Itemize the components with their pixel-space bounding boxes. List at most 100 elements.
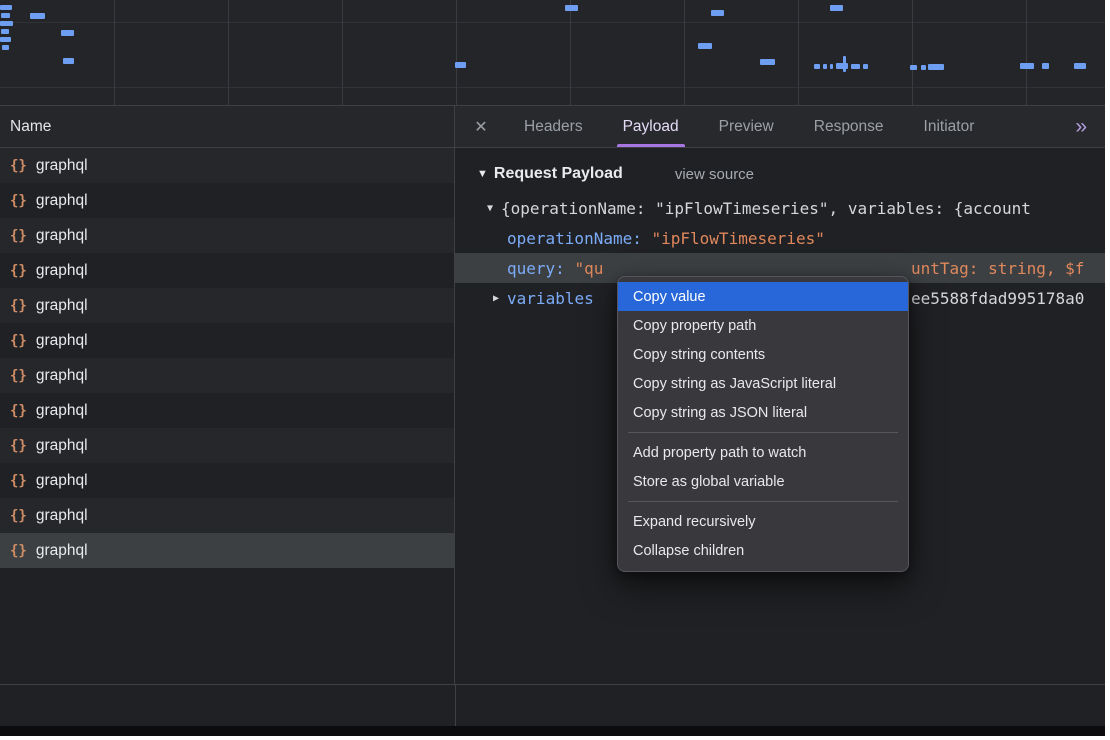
timeline-bar bbox=[851, 64, 860, 69]
menu-item-copy-string-contents[interactable]: Copy string contents bbox=[618, 340, 908, 369]
request-name: graphql bbox=[36, 367, 88, 385]
tab-label: Headers bbox=[524, 118, 583, 136]
request-name: graphql bbox=[36, 542, 88, 560]
request-row[interactable]: {}graphql bbox=[0, 253, 454, 288]
json-braces-icon: {} bbox=[10, 263, 27, 279]
menu-item-copy-string-as-javascript-literal[interactable]: Copy string as JavaScript literal bbox=[618, 369, 908, 398]
timeline-bar bbox=[1020, 63, 1034, 69]
json-braces-icon: {} bbox=[10, 298, 27, 314]
timeline-gridline bbox=[456, 0, 457, 105]
request-name: graphql bbox=[36, 437, 88, 455]
timeline-gridline bbox=[570, 0, 571, 105]
request-row[interactable]: {} graphql bbox=[0, 218, 454, 253]
request-name: graphql bbox=[36, 227, 88, 245]
request-row[interactable]: {}graphql bbox=[0, 463, 454, 498]
timeline-gridline bbox=[342, 0, 343, 105]
tab-label: Preview bbox=[719, 118, 774, 136]
request-row[interactable]: {}graphql bbox=[0, 323, 454, 358]
timeline-bar bbox=[711, 10, 724, 16]
context-menu: Copy valueCopy property pathCopy string … bbox=[617, 276, 909, 572]
request-row[interactable]: {}graphql bbox=[0, 428, 454, 463]
menu-item-store-as-global-variable[interactable]: Store as global variable bbox=[618, 467, 908, 496]
json-braces-icon: {} bbox=[10, 368, 27, 384]
menu-separator bbox=[628, 432, 898, 433]
json-braces-icon: {} bbox=[10, 228, 27, 244]
timeline-gridline bbox=[684, 0, 685, 105]
panel-divider bbox=[455, 685, 456, 726]
network-overview-strip[interactable] bbox=[0, 0, 1105, 106]
request-name: graphql bbox=[36, 472, 88, 490]
selected-tab-underline bbox=[617, 144, 685, 147]
request-row[interactable]: {}graphql bbox=[0, 183, 454, 218]
timeline-bar bbox=[1074, 63, 1086, 69]
timeline-gridline bbox=[228, 0, 229, 105]
timeline-bar bbox=[565, 5, 578, 11]
menu-item-copy-string-as-json-literal[interactable]: Copy string as JSON literal bbox=[618, 398, 908, 427]
property-value-start: "qu bbox=[574, 259, 603, 278]
window-bottom-edge bbox=[0, 726, 1105, 736]
menu-item-expand-recursively[interactable]: Expand recursively bbox=[618, 507, 908, 536]
json-braces-icon: {} bbox=[10, 543, 27, 559]
view-source-link[interactable]: view source bbox=[675, 166, 754, 183]
property-key: variables bbox=[507, 289, 594, 308]
menu-item-copy-value[interactable]: Copy value bbox=[618, 282, 908, 311]
timeline-bar bbox=[760, 59, 775, 65]
tree-row-operation-name[interactable]: operationName: "ipFlowTimeseries" bbox=[455, 223, 1105, 253]
timeline-bar bbox=[1, 13, 10, 18]
request-row[interactable]: {} graphql bbox=[0, 498, 454, 533]
request-name: graphql bbox=[36, 507, 88, 525]
section-title: Request Payload bbox=[494, 165, 623, 183]
request-payload-section-header[interactable]: ▼ Request Payload view source bbox=[455, 148, 1105, 188]
tab-payload[interactable]: Payload bbox=[608, 106, 694, 147]
timeline-bar bbox=[698, 43, 712, 49]
json-braces-icon: {} bbox=[10, 333, 27, 349]
request-rows: {} graphql {} graphql {} graphql {} graphql {} gr… bbox=[0, 148, 454, 684]
menu-item-copy-property-path[interactable]: Copy property path bbox=[618, 311, 908, 340]
timeline-bar bbox=[910, 65, 917, 70]
tab-initiator[interactable]: Initiator bbox=[909, 106, 990, 147]
chevron-double-right-icon: » bbox=[1075, 115, 1087, 139]
details-tab-bar: ✕ Headers Payload Preview ResponseInitiator… bbox=[455, 106, 1105, 148]
close-button[interactable]: ✕ bbox=[463, 106, 499, 147]
timeline-bar bbox=[61, 30, 74, 36]
expand-triangle-icon[interactable]: ▼ bbox=[487, 203, 493, 214]
json-braces-icon: {} bbox=[10, 193, 27, 209]
tree-root-preview[interactable]: ▼ {operationName: "ipFlowTimeseries", va… bbox=[455, 193, 1105, 223]
json-braces-icon: {} bbox=[10, 508, 27, 524]
menu-separator bbox=[628, 501, 898, 502]
timeline-bar bbox=[1042, 63, 1049, 69]
request-list-panel: Name {}graphql{}graphql{}graphql{}graphq… bbox=[0, 106, 455, 684]
request-row[interactable]: {} graphql bbox=[0, 358, 454, 393]
request-row[interactable]: {}graphql bbox=[0, 393, 454, 428]
timeline-bar bbox=[455, 62, 466, 68]
summary-footer bbox=[0, 685, 1105, 726]
tab-preview[interactable]: Preview bbox=[704, 106, 789, 147]
devtools-window: Name {}graphql{}graphql{}graphql{}graphq… bbox=[0, 0, 1105, 736]
timeline-bar bbox=[928, 64, 944, 70]
name-column-header[interactable]: Name bbox=[0, 106, 454, 148]
close-icon: ✕ bbox=[474, 117, 487, 137]
timeline-bar bbox=[830, 5, 843, 11]
tab-response[interactable]: Response bbox=[799, 106, 899, 147]
timeline-gridline bbox=[0, 87, 1105, 88]
timeline-gridline bbox=[912, 0, 913, 105]
timeline-bar bbox=[0, 21, 13, 26]
property-key: query: bbox=[507, 259, 565, 278]
request-name: graphql bbox=[36, 402, 88, 420]
request-row[interactable]: {} graphql bbox=[0, 533, 454, 568]
network-main-area: Name {}graphql{}graphql{}graphql{}graphq… bbox=[0, 106, 1105, 685]
property-preview-fragment: ee5588fdad995178a0 bbox=[911, 283, 1084, 313]
request-row[interactable]: {}graphql bbox=[0, 148, 454, 183]
expand-triangle-icon[interactable]: ▶ bbox=[493, 293, 499, 304]
name-column-label: Name bbox=[10, 118, 51, 136]
request-name: graphql bbox=[36, 297, 88, 315]
request-row[interactable]: {} graphql bbox=[0, 288, 454, 323]
menu-item-add-property-path-to-watch[interactable]: Add property path to watch bbox=[618, 438, 908, 467]
tab-headers[interactable]: Headers bbox=[509, 106, 598, 147]
timeline-bar bbox=[2, 45, 9, 50]
menu-item-collapse-children[interactable]: Collapse children bbox=[618, 536, 908, 565]
timeline-bar bbox=[0, 37, 11, 42]
property-value: "ipFlowTimeseries" bbox=[652, 229, 825, 248]
timeline-bar bbox=[843, 56, 846, 72]
more-tabs-button[interactable]: » bbox=[1075, 106, 1087, 147]
